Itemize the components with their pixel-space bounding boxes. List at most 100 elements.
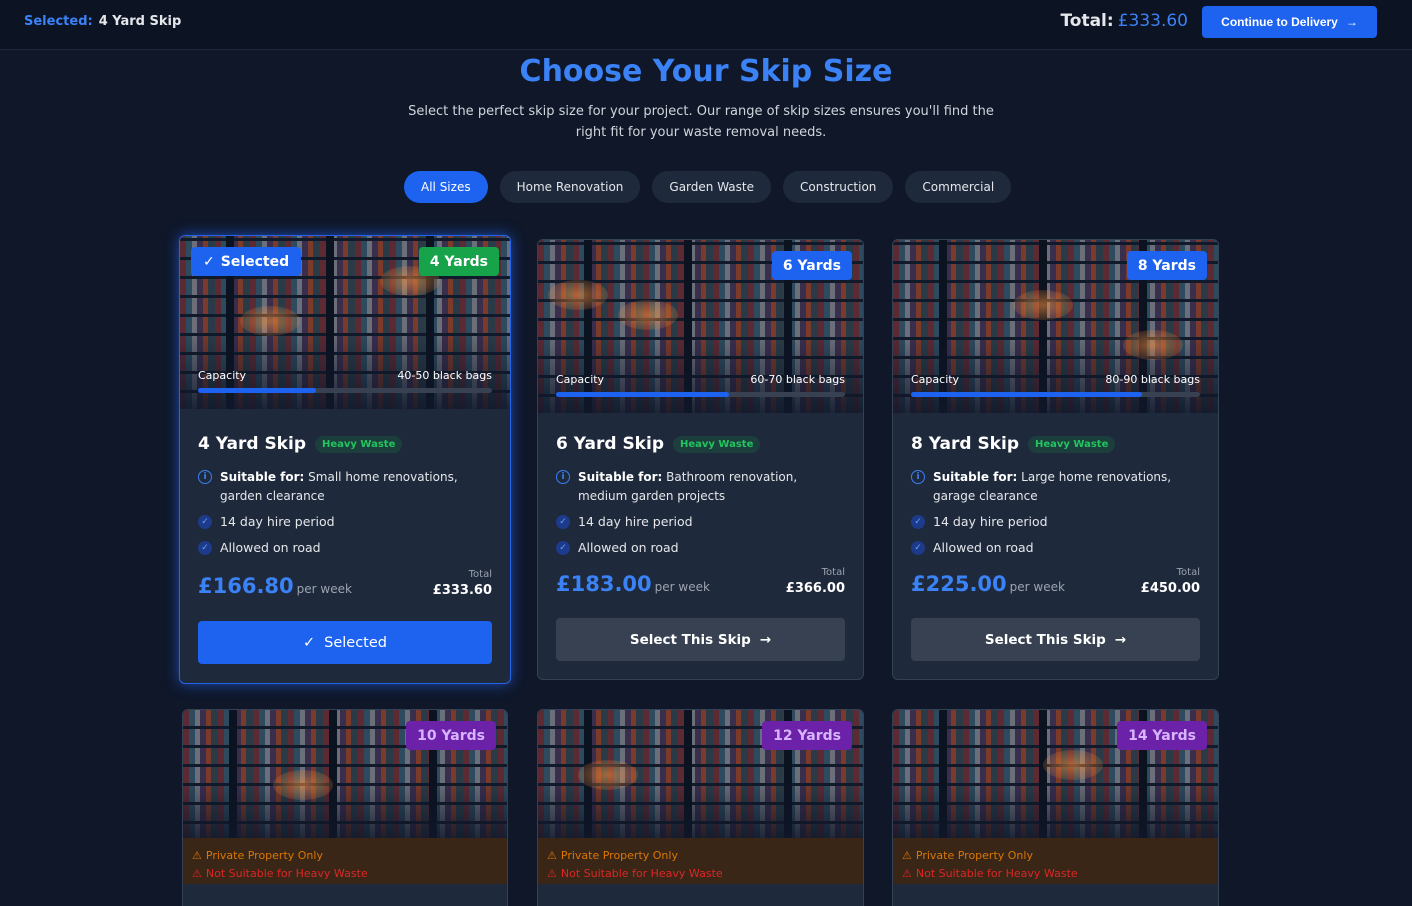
skip-card-4-yard[interactable]: ✓ Selected 4 Yards Capacity 40-50 black … (179, 235, 511, 684)
feature-text: Allowed on road (933, 540, 1034, 555)
feature-item: ✓ 14 day hire period (198, 511, 492, 532)
suitable-label: Suitable for: (933, 470, 1018, 484)
yards-badge: 14 Yards (1117, 721, 1207, 750)
capacity-fill (198, 388, 316, 393)
suitable-for: i Suitable for: Small home renovations, … (198, 468, 492, 506)
total-label: Total (821, 567, 845, 578)
capacity-label: Capacity (911, 373, 960, 386)
warning-item: ⚠ Private Property Only (902, 847, 1209, 865)
weekly-price: £166.80 (198, 574, 294, 598)
suitable-for: i Suitable for: Bathroom renovation, med… (556, 468, 845, 506)
feature-item: ✓ Allowed on road (911, 537, 1200, 558)
per-week-label: per week (296, 582, 352, 596)
capacity-bar (198, 388, 492, 393)
capacity-label: Capacity (556, 373, 605, 386)
filter-commercial[interactable]: Commercial (905, 171, 1012, 203)
total-summary: Total: £333.60 (1060, 11, 1188, 31)
waste-tag: Heavy Waste (315, 435, 403, 453)
warning-item: ⚠ Private Property Only (547, 847, 854, 865)
select-this-skip-button[interactable]: Select This Skip → (911, 618, 1200, 661)
suitable-label: Suitable for: (578, 470, 663, 484)
warning-icon: ⚠ (902, 849, 912, 862)
warning-icon: ⚠ (902, 867, 912, 880)
price-row: £183.00 per week Total £366.00 (556, 567, 845, 596)
filter-tabs: All Sizes Home Renovation Garden Waste C… (404, 171, 1012, 203)
warning-icon: ⚠ (547, 849, 557, 862)
check-icon: ✓ (203, 253, 215, 270)
filter-all-sizes[interactable]: All Sizes (404, 171, 488, 203)
capacity-value: 80-90 black bags (1105, 373, 1200, 386)
skip-card-6-yard[interactable]: 6 Yards Capacity 60-70 black bags 6 Yard… (537, 239, 864, 680)
warnings: ⚠ Private Property Only ⚠ Not Suitable for… (538, 838, 863, 884)
warnings: ⚠ Private Property Only ⚠ Not Suitable for… (183, 838, 507, 884)
yards-badge: 8 Yards (1126, 251, 1207, 280)
total-label: Total (468, 569, 492, 580)
feature-text: Allowed on road (220, 540, 321, 555)
capacity-fill (556, 392, 730, 397)
feature-item: ✓ 14 day hire period (556, 511, 845, 532)
warning-icon: ⚠ (192, 867, 202, 880)
check-circle-icon: ✓ (556, 540, 570, 555)
yards-badge: 6 Yards (771, 251, 852, 280)
filter-home-renovation[interactable]: Home Renovation (499, 171, 641, 203)
weekly-price: £225.00 (911, 572, 1007, 596)
arrow-right-icon: → (759, 631, 772, 648)
skip-card-10-yard[interactable]: 10 Yards ⚠ Private Property Only ⚠ Not Sui… (182, 709, 508, 906)
feature-item: ✓ Allowed on road (556, 537, 845, 558)
skip-name: 6 Yard Skip (556, 434, 664, 454)
skip-card-14-yard[interactable]: 14 Yards ⚠ Private Property Only ⚠ Not Sui… (892, 709, 1219, 906)
cta-label: Select This Skip (629, 631, 751, 648)
cta-label: Selected (324, 634, 387, 651)
selected-summary: Selected: 4 Yard Skip (24, 14, 181, 29)
feature-text: 14 day hire period (578, 514, 693, 529)
feature-text: Allowed on road (578, 540, 679, 555)
info-icon: i (198, 470, 212, 484)
per-week-label: per week (654, 580, 710, 594)
feature-item: ✓ 14 day hire period (911, 511, 1200, 532)
yards-badge: 4 Yards (418, 247, 499, 276)
select-this-skip-button[interactable]: Select This Skip → (556, 618, 845, 661)
arrow-right-icon: → (1114, 631, 1127, 648)
check-circle-icon: ✓ (911, 540, 925, 555)
filter-construction[interactable]: Construction (783, 171, 894, 203)
warning-item: ⚠ Not Suitable for Heavy Waste (547, 865, 854, 883)
per-week-label: per week (1009, 580, 1065, 594)
skip-name: 4 Yard Skip (198, 434, 306, 454)
total-label: Total: (1060, 11, 1114, 31)
total-price: £366.00 (785, 581, 845, 596)
continue-to-delivery-button[interactable]: Continue to Delivery → (1202, 6, 1377, 38)
top-bar: Selected: 4 Yard Skip Total: £333.60 Conti… (0, 0, 1412, 50)
page-subtitle: Select the perfect skip size for your pr… (408, 104, 994, 140)
total-value: £333.60 (1117, 11, 1188, 31)
total-label: Total (1176, 567, 1200, 578)
skip-card-8-yard[interactable]: 8 Yards Capacity 80-90 black bags 8 Yard… (892, 239, 1219, 680)
suitable-for: i Suitable for: Large home renovations, … (911, 468, 1200, 506)
continue-label: Continue to Delivery (1221, 15, 1338, 29)
arrow-right-icon: → (1345, 15, 1358, 29)
warning-item: ⚠ Not Suitable for Heavy Waste (192, 865, 498, 883)
filter-garden-waste[interactable]: Garden Waste (652, 171, 771, 203)
waste-tag: Heavy Waste (673, 435, 761, 453)
selected-label: Selected: (24, 14, 93, 29)
info-icon: i (556, 470, 570, 484)
feature-text: 14 day hire period (933, 514, 1048, 529)
card-body: 8 Yard Skip Heavy Waste i Suitable for: … (911, 432, 1200, 558)
price-row: £166.80 per week Total £333.60 (198, 569, 492, 598)
warning-icon: ⚠ (547, 867, 557, 880)
check-circle-icon: ✓ (198, 514, 212, 529)
warning-icon: ⚠ (192, 849, 202, 862)
page-title: Choose Your Skip Size (519, 54, 893, 89)
check-circle-icon: ✓ (556, 514, 570, 529)
selected-badge: ✓ Selected (191, 247, 302, 276)
skip-card-12-yard[interactable]: 12 Yards ⚠ Private Property Only ⚠ Not Sui… (537, 709, 864, 906)
capacity-row: Capacity 60-70 black bags (556, 373, 845, 386)
capacity-label: Capacity (198, 369, 247, 382)
selected-button[interactable]: ✓ Selected (198, 621, 492, 664)
check-circle-icon: ✓ (911, 514, 925, 529)
weekly-price: £183.00 (556, 572, 652, 596)
capacity-row: Capacity 40-50 black bags (198, 369, 492, 382)
total-price: £450.00 (1140, 581, 1200, 596)
capacity-value: 60-70 black bags (750, 373, 845, 386)
selected-badge-label: Selected (220, 253, 290, 270)
yards-badge: 12 Yards (762, 721, 852, 750)
